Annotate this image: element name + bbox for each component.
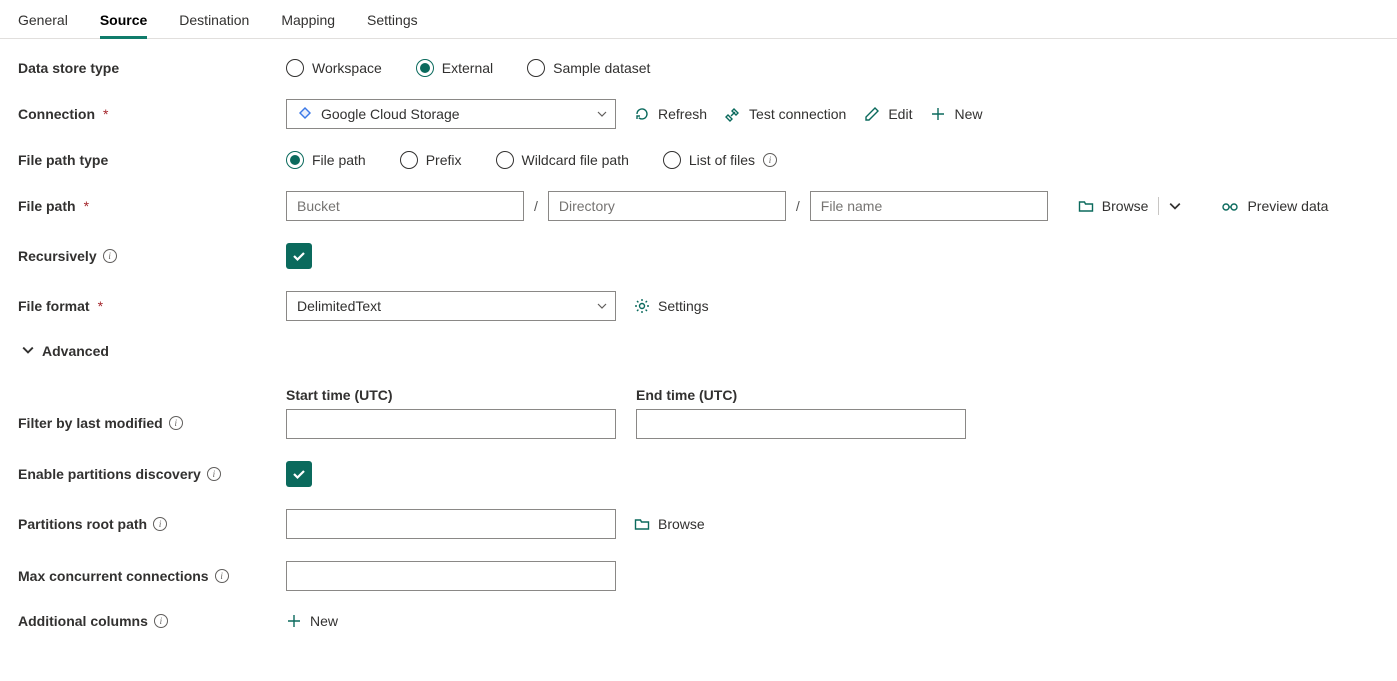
format-settings-label: Settings xyxy=(658,298,709,314)
browse-partitions-button[interactable]: Browse xyxy=(634,516,705,532)
label-connection: Connection* xyxy=(18,106,286,122)
end-time-input[interactable] xyxy=(636,409,966,439)
tab-mapping[interactable]: Mapping xyxy=(281,12,335,38)
radio-label: Prefix xyxy=(426,152,462,168)
end-time-label: End time (UTC) xyxy=(636,387,966,403)
radio-prefix[interactable]: Prefix xyxy=(400,151,462,169)
tab-settings[interactable]: Settings xyxy=(367,12,418,38)
directory-input[interactable] xyxy=(548,191,786,221)
radio-external[interactable]: External xyxy=(416,59,493,77)
chevron-down-icon xyxy=(597,109,607,119)
plus-icon xyxy=(930,106,946,122)
radio-sample-dataset[interactable]: Sample dataset xyxy=(527,59,650,77)
radio-label: Workspace xyxy=(312,60,382,76)
radio-circle-icon xyxy=(663,151,681,169)
max-concurrent-input[interactable] xyxy=(286,561,616,591)
radio-circle-icon xyxy=(400,151,418,169)
info-icon[interactable]: i xyxy=(103,249,117,263)
partitions-discovery-checkbox[interactable] xyxy=(286,461,312,487)
label-filter-modified: Filter by last modified i xyxy=(18,387,286,431)
label-file-path: File path* xyxy=(18,198,286,214)
label-partitions-discovery: Enable partitions discovery i xyxy=(18,466,286,482)
source-form: Data store type Workspace External Sampl… xyxy=(0,39,1397,681)
browse-label: Browse xyxy=(1102,198,1149,214)
info-icon[interactable]: i xyxy=(215,569,229,583)
advanced-toggle[interactable]: Advanced xyxy=(22,343,109,359)
advanced-label: Advanced xyxy=(42,343,109,359)
radio-circle-icon xyxy=(496,151,514,169)
plug-icon xyxy=(725,106,741,122)
path-separator: / xyxy=(796,198,800,214)
test-connection-label: Test connection xyxy=(749,106,846,122)
cloud-storage-icon xyxy=(297,105,313,124)
folder-icon xyxy=(1078,198,1094,214)
info-icon[interactable]: i xyxy=(153,517,167,531)
label-max-concurrent: Max concurrent connections i xyxy=(18,568,286,584)
radio-label: Sample dataset xyxy=(553,60,650,76)
label-additional-columns: Additional columns i xyxy=(18,613,286,629)
divider xyxy=(1158,197,1159,215)
info-icon[interactable]: i xyxy=(763,153,777,167)
radio-circle-icon xyxy=(527,59,545,77)
radio-label: File path xyxy=(312,152,366,168)
new-connection-button[interactable]: New xyxy=(930,106,982,122)
plus-icon xyxy=(286,613,302,629)
browse-button[interactable]: Browse xyxy=(1078,198,1149,214)
radio-file-path[interactable]: File path xyxy=(286,151,366,169)
file-name-input[interactable] xyxy=(810,191,1048,221)
chevron-down-icon xyxy=(1169,200,1181,212)
radio-circle-icon xyxy=(286,151,304,169)
file-format-value: DelimitedText xyxy=(297,298,381,314)
tab-destination[interactable]: Destination xyxy=(179,12,249,38)
label-recursively: Recursively i xyxy=(18,248,286,264)
radio-circle-icon xyxy=(416,59,434,77)
browse-label: Browse xyxy=(658,516,705,532)
new-column-button[interactable]: New xyxy=(286,613,338,629)
radio-label: Wildcard file path xyxy=(522,152,629,168)
start-time-input[interactable] xyxy=(286,409,616,439)
tab-general[interactable]: General xyxy=(18,12,68,38)
new-column-label: New xyxy=(310,613,338,629)
format-settings-button[interactable]: Settings xyxy=(634,298,709,314)
radio-label: External xyxy=(442,60,493,76)
new-label: New xyxy=(954,106,982,122)
info-icon[interactable]: i xyxy=(169,416,183,430)
label-data-store-type: Data store type xyxy=(18,60,286,76)
tab-bar: General Source Destination Mapping Setti… xyxy=(0,0,1397,39)
edit-button[interactable]: Edit xyxy=(864,106,912,122)
bucket-input[interactable] xyxy=(286,191,524,221)
partitions-root-input[interactable] xyxy=(286,509,616,539)
radio-circle-icon xyxy=(286,59,304,77)
connection-value: Google Cloud Storage xyxy=(321,106,460,122)
refresh-icon xyxy=(634,106,650,122)
pencil-icon xyxy=(864,106,880,122)
path-separator: / xyxy=(534,198,538,214)
radio-workspace[interactable]: Workspace xyxy=(286,59,382,77)
edit-label: Edit xyxy=(888,106,912,122)
refresh-label: Refresh xyxy=(658,106,707,122)
test-connection-button[interactable]: Test connection xyxy=(725,106,846,122)
radio-label: List of files xyxy=(689,152,755,168)
folder-icon xyxy=(634,516,650,532)
tab-source[interactable]: Source xyxy=(100,12,147,38)
browse-dropdown[interactable] xyxy=(1169,200,1181,212)
start-time-label: Start time (UTC) xyxy=(286,387,616,403)
file-format-select[interactable]: DelimitedText xyxy=(286,291,616,321)
recursively-checkbox[interactable] xyxy=(286,243,312,269)
preview-data-label: Preview data xyxy=(1247,198,1328,214)
info-icon[interactable]: i xyxy=(154,614,168,628)
chevron-down-icon xyxy=(22,343,34,359)
label-file-format: File format* xyxy=(18,298,286,314)
gear-icon xyxy=(634,298,650,314)
radio-list-of-files[interactable]: List of files i xyxy=(663,151,777,169)
connection-select[interactable]: Google Cloud Storage xyxy=(286,99,616,129)
refresh-button[interactable]: Refresh xyxy=(634,106,707,122)
chevron-down-icon xyxy=(597,301,607,311)
glasses-icon xyxy=(1221,199,1239,213)
info-icon[interactable]: i xyxy=(207,467,221,481)
radio-wildcard[interactable]: Wildcard file path xyxy=(496,151,629,169)
label-file-path-type: File path type xyxy=(18,152,286,168)
label-partitions-root: Partitions root path i xyxy=(18,516,286,532)
preview-data-button[interactable]: Preview data xyxy=(1221,198,1328,214)
